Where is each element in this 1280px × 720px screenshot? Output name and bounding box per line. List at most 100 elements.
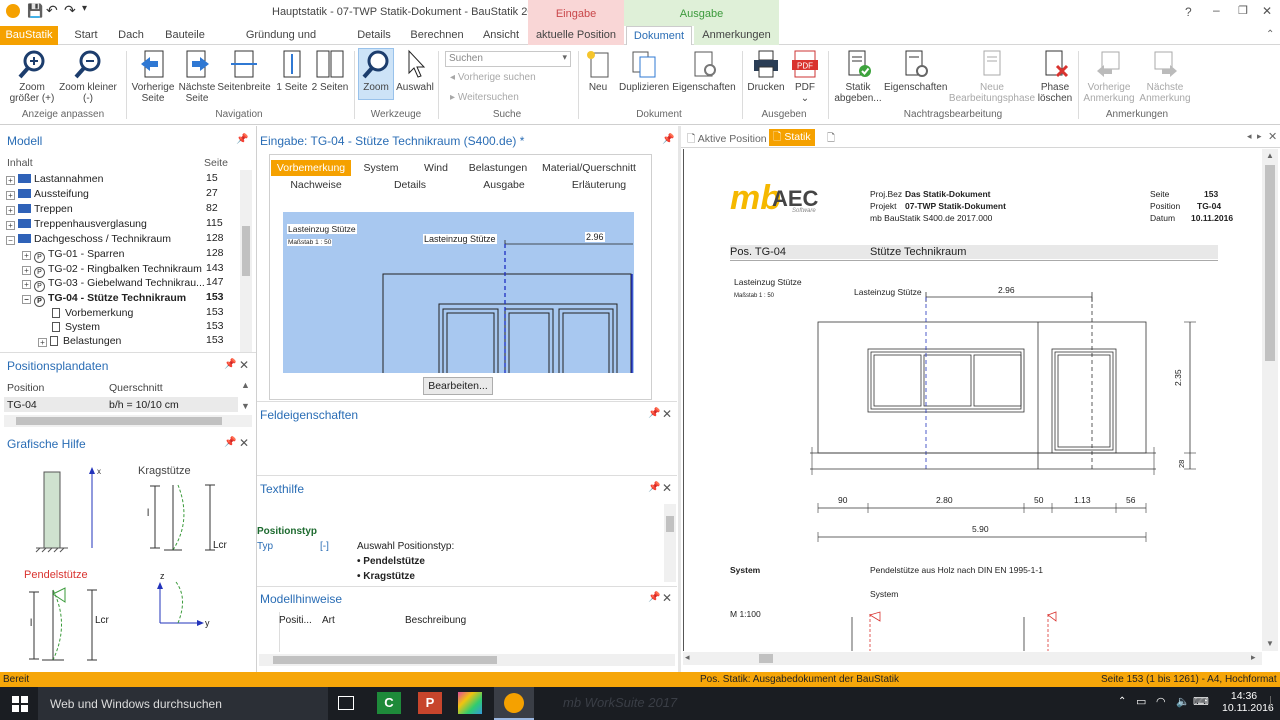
submit-statik-button[interactable]: Statik abgeben... — [832, 49, 884, 104]
modell-scroll-thumb[interactable] — [242, 226, 250, 276]
pin-icon[interactable]: 📌 — [236, 134, 248, 145]
pin-icon[interactable]: 📌 — [224, 359, 236, 370]
clock[interactable]: 14:36 10.11.2016 — [1222, 690, 1274, 714]
document-hscroll[interactable]: ◂ ▸ — [683, 652, 1262, 665]
help-icon[interactable]: ? — [1185, 5, 1192, 19]
powerpoint-app-icon[interactable]: P — [418, 692, 442, 714]
tree-item-tg04[interactable]: − P TG-04 - Stütze Technikraum — [22, 291, 186, 307]
tab-start[interactable]: Start — [68, 26, 104, 45]
minimize-button[interactable]: – — [1213, 3, 1220, 17]
previous-page-button[interactable]: Vorherige Seite — [128, 49, 178, 104]
hscroll-thumb[interactable] — [273, 656, 497, 664]
tree-item-treppenhausverglasung[interactable]: + Treppenhausverglasung — [6, 217, 147, 231]
tree-item-aussteifung[interactable]: + Aussteifung — [6, 187, 89, 201]
scroll-down-icon[interactable]: ▼ — [1266, 639, 1274, 648]
texthilfe-scroll-thumb[interactable] — [666, 516, 674, 532]
search-next-button[interactable]: ▸ Weitersuchen — [450, 92, 519, 103]
tree-item-tg01[interactable]: + P TG-01 - Sparren — [22, 247, 124, 263]
wifi-icon[interactable]: ◠ — [1156, 695, 1166, 708]
pin-icon[interactable]: 📌 — [648, 592, 660, 603]
close-button[interactable]: ✕ — [1262, 4, 1272, 18]
scroll-up-icon[interactable]: ▲ — [241, 380, 250, 390]
ribbon-collapse-icon[interactable]: ⌃ — [1266, 29, 1274, 40]
show-desktop-button[interactable] — [1270, 696, 1278, 710]
redo-icon[interactable]: ↷ — [64, 2, 76, 19]
search-input[interactable]: Suchen ▾ — [445, 51, 571, 67]
windows-start-icon[interactable] — [12, 696, 28, 712]
tab-details[interactable]: Details — [387, 177, 433, 193]
close-icon[interactable]: ✕ — [662, 407, 672, 421]
document-properties-button[interactable]: Eigenschaften — [672, 49, 736, 93]
table-row[interactable]: TG-04 b/h = 10/10 cm — [4, 397, 238, 412]
positionsplan-hscroll[interactable] — [4, 415, 252, 427]
next-annotation-button[interactable]: Nächste Anmerkung — [1136, 49, 1194, 104]
next-page-button[interactable]: Nächste Seite — [176, 49, 218, 104]
tab-berechnen[interactable]: Berechnen — [406, 26, 468, 45]
expand-icon[interactable]: + — [6, 176, 15, 185]
volume-icon[interactable]: 🔈 — [1176, 695, 1190, 708]
scroll-up-icon[interactable]: ▲ — [1266, 151, 1274, 160]
document-vscroll[interactable]: ▲ ▼ — [1262, 149, 1278, 651]
tab-wind[interactable]: Wind — [419, 160, 453, 176]
delete-phase-button[interactable]: Phase löschen — [1036, 49, 1074, 104]
zoom-out-button[interactable]: Zoom kleiner (-) — [58, 49, 118, 104]
tab-dokument[interactable]: Dokument — [626, 26, 692, 45]
tab-belastungen[interactable]: Belastungen — [467, 160, 529, 176]
modellhinweise-hscroll[interactable] — [259, 654, 675, 666]
pin-icon[interactable]: 📌 — [648, 408, 660, 419]
scroll-right-icon[interactable]: ▸ — [1251, 652, 1256, 663]
camtasia-app-icon[interactable]: C — [377, 692, 401, 714]
expand-icon[interactable]: + — [6, 206, 15, 215]
task-view-icon[interactable] — [338, 696, 354, 710]
keyboard-icon[interactable]: ⌨ — [1193, 695, 1209, 708]
edit-button[interactable]: Bearbeiten... — [423, 377, 493, 395]
expand-icon[interactable]: + — [6, 191, 15, 200]
tab-material[interactable]: Material/Querschnitt — [541, 160, 637, 176]
select-tool-button[interactable]: Auswahl — [396, 49, 434, 93]
new-document-button[interactable]: Neu — [582, 49, 614, 93]
search-previous-button[interactable]: ◂ Vorherige suchen — [450, 72, 536, 83]
tab-details[interactable]: Details — [352, 26, 396, 45]
paint-app-icon[interactable] — [458, 692, 482, 714]
tab-scroll-right-icon[interactable]: ▸ — [1257, 131, 1262, 142]
new-phase-button[interactable]: Neue Bearbeitungsphase — [946, 49, 1038, 104]
tab-ausgabe[interactable]: Ausgabe — [479, 177, 529, 193]
collapse-icon[interactable]: − — [6, 236, 15, 245]
print-button[interactable]: Drucken — [746, 49, 786, 93]
tab-system[interactable]: System — [359, 160, 403, 176]
tab-aktuelle-position[interactable]: aktuelle Position — [528, 26, 624, 45]
modell-scrollbar[interactable] — [240, 170, 252, 352]
close-document-icon[interactable]: ✕ — [1268, 130, 1277, 143]
baustatik-app-button[interactable] — [494, 687, 534, 720]
search-dropdown-icon[interactable]: ▾ — [562, 52, 567, 63]
tab-anmerkungen[interactable]: Anmerkungen — [694, 26, 779, 45]
tab-erlaeuterung[interactable]: Erläuterung — [567, 177, 631, 193]
scroll-down-icon[interactable]: ▼ — [241, 401, 250, 411]
save-icon[interactable]: 💾 — [27, 3, 43, 19]
tree-item-lastannahmen[interactable]: + Lastannahmen — [6, 172, 103, 186]
expand-icon[interactable]: + — [22, 280, 31, 289]
tab-statik[interactable]: 🗋 Statik — [769, 129, 815, 146]
collapse-icon[interactable]: − — [22, 295, 31, 304]
pin-icon[interactable]: 📌 — [224, 437, 236, 448]
tab-dach[interactable]: Dach — [114, 26, 148, 45]
expand-icon[interactable]: + — [38, 338, 47, 347]
maximize-button[interactable]: ❐ — [1238, 4, 1248, 17]
two-pages-button[interactable]: 2 Seiten — [310, 49, 350, 93]
pdf-button[interactable]: PDF PDF ⌄ — [788, 49, 822, 104]
tree-item-tg02[interactable]: + P TG-02 - Ringbalken Technikraum — [22, 262, 202, 278]
page-width-button[interactable]: Seitenbreite — [216, 49, 272, 93]
close-icon[interactable]: ✕ — [239, 358, 249, 372]
drawing-preview[interactable]: Lasteinzug Stütze Maßstab 1 : 50 Lastein… — [283, 212, 634, 373]
phase-properties-button[interactable]: Eigenschaften — [884, 49, 947, 93]
tab-scroll-left-icon[interactable]: ◂ — [1247, 131, 1252, 142]
tab-bauteile[interactable]: Bauteile — [160, 26, 210, 45]
undo-icon[interactable]: ↶ — [46, 2, 58, 19]
expand-icon[interactable]: + — [22, 266, 31, 275]
scroll-left-icon[interactable]: ◂ — [685, 652, 690, 663]
tab-vorbemerkung[interactable]: Vorbemerkung — [271, 160, 351, 176]
zoom-tool-button[interactable]: Zoom — [358, 48, 394, 100]
battery-icon[interactable]: ▭ — [1136, 695, 1146, 708]
quick-access-dropdown-icon[interactable]: ▾ — [82, 3, 87, 14]
new-tab-icon[interactable]: 🗋 — [827, 131, 835, 148]
